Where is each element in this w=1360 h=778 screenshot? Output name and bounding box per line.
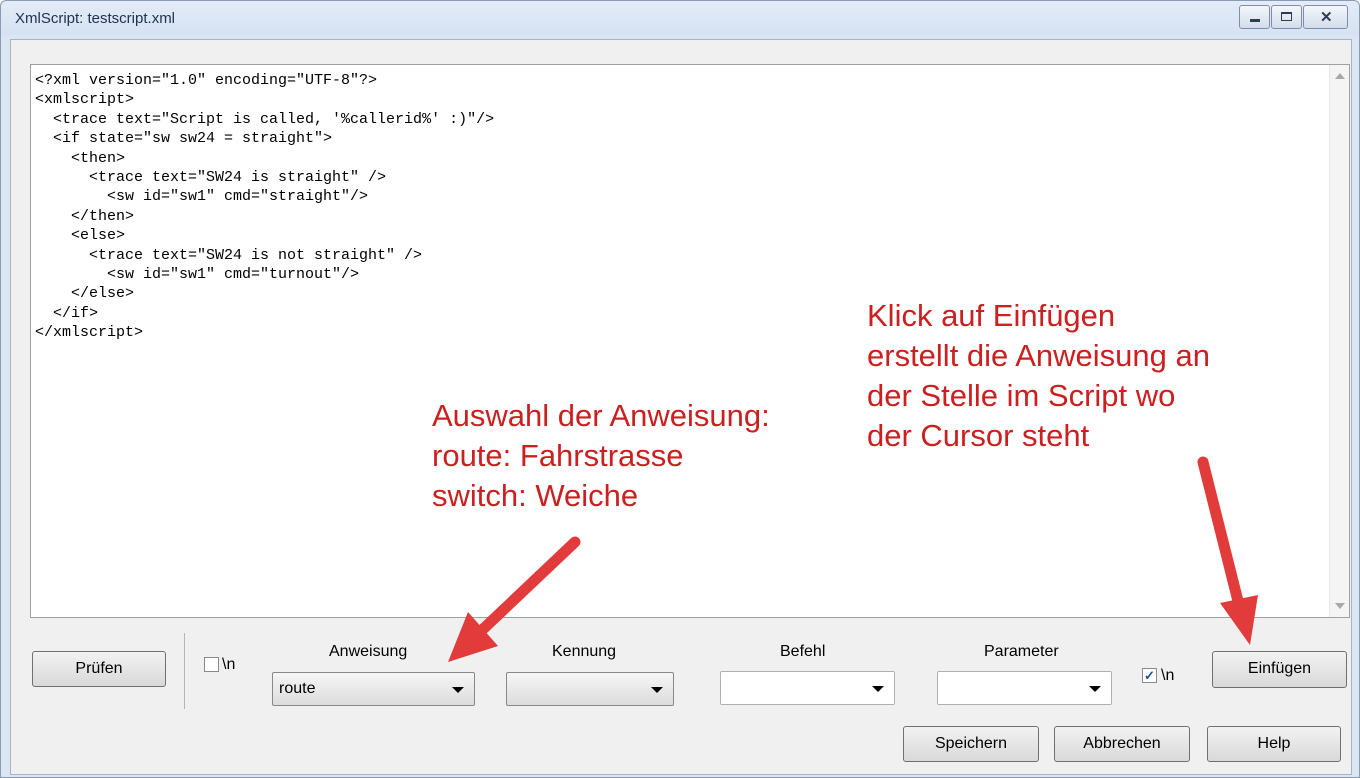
arrow-to-anweisung — [448, 536, 581, 662]
annotation-arrows — [448, 456, 1258, 662]
arrow-to-einfuegen — [1197, 456, 1258, 645]
